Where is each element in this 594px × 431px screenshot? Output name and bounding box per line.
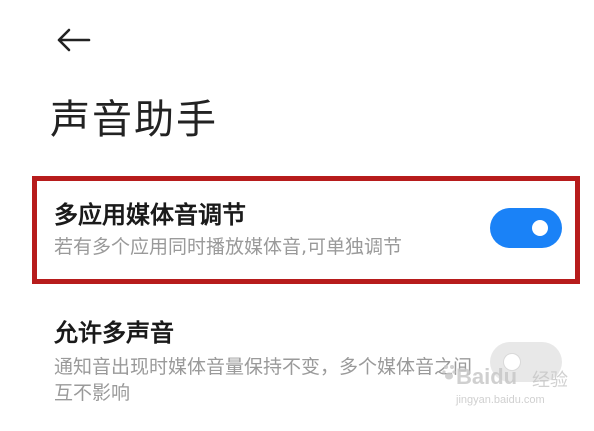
toggle-knob: [504, 354, 520, 370]
page-title: 声音助手: [50, 97, 218, 143]
setting-allow-multiple-sounds: 允许多声音 通知音出现时媒体音量保持不变，多个媒体音之间互不影响: [54, 316, 574, 416]
setting-description: 若有多个应用同时播放媒体音,可单独调节: [54, 236, 403, 258]
setting-description: 通知音出现时媒体音量保持不变，多个媒体音之间互不影响: [54, 356, 473, 404]
setting-title: 允许多声音: [54, 319, 174, 347]
arrow-left-icon: [57, 28, 91, 52]
back-button[interactable]: [50, 20, 98, 60]
toggle-knob: [532, 220, 548, 236]
setting-multi-app-media-volume: 多应用媒体音调节 若有多个应用同时播放媒体音,可单独调节: [54, 198, 574, 268]
allow-multiple-sounds-toggle[interactable]: [490, 342, 562, 382]
setting-title: 多应用媒体音调节: [54, 201, 246, 229]
multi-app-media-volume-toggle[interactable]: [490, 208, 562, 248]
